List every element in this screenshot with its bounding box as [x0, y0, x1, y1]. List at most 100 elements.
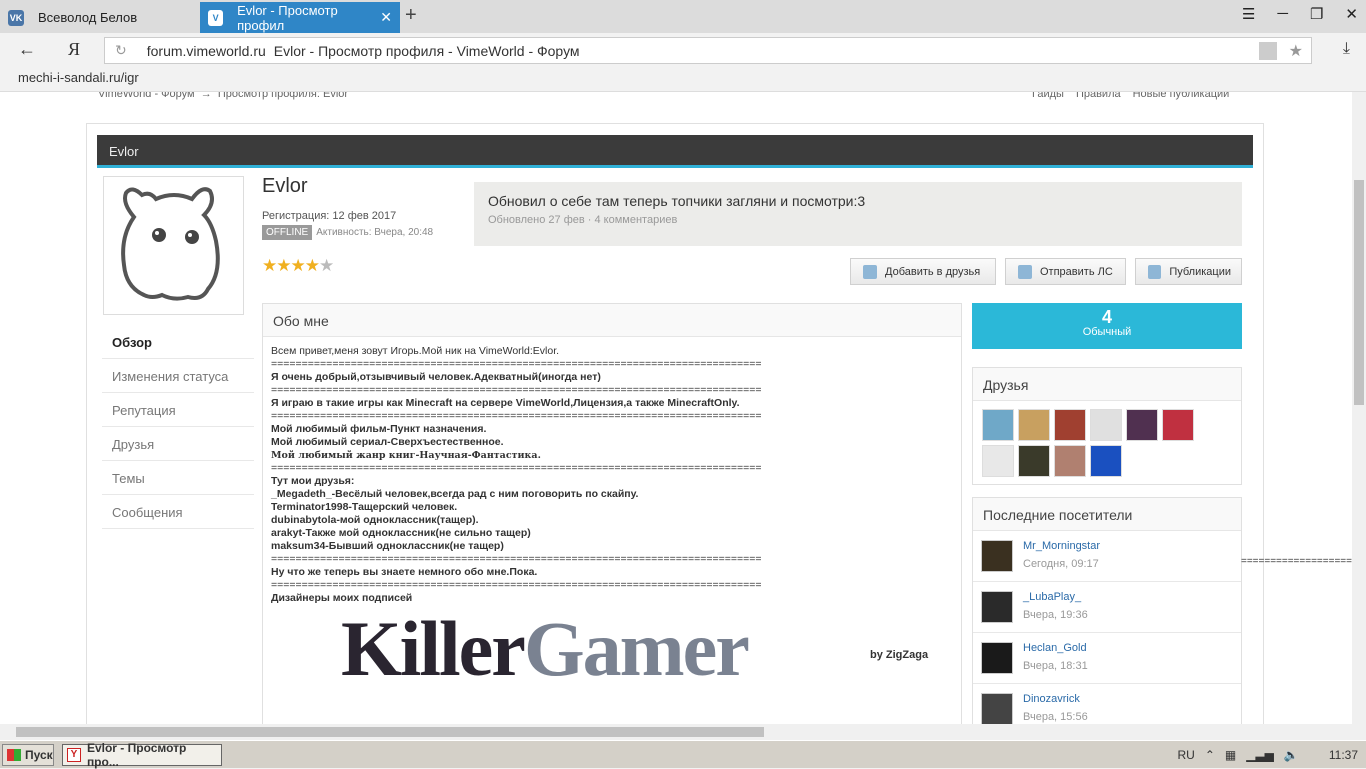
visitor-time: Вчера, 19:36 [1023, 609, 1088, 621]
logo-part-a: Killer [341, 605, 526, 692]
send-pm-label: Отправить ЛС [1040, 265, 1113, 278]
visitor-name[interactable]: Mr_Morningstar [1023, 540, 1100, 552]
designer-credit: by ZigZaga [870, 649, 929, 661]
visitor-avatar[interactable] [981, 540, 1013, 572]
nav-status-changes[interactable]: Изменения статуса [102, 359, 254, 393]
about-line: dubinabytola-мой одноклассник(тащер). [271, 514, 479, 526]
nav-overview[interactable]: Обзор [102, 325, 254, 359]
visitor-name[interactable]: _LubaPlay_ [1023, 591, 1081, 603]
send-pm-button[interactable]: Отправить ЛС [1005, 258, 1126, 285]
friend-avatar[interactable] [1090, 445, 1122, 477]
friend-avatar[interactable] [1162, 409, 1194, 441]
visitor-row: Mr_Morningstar Сегодня, 09:17 [973, 531, 1241, 582]
link-rules[interactable]: Правила [1076, 92, 1121, 100]
add-friend-button[interactable]: Добавить в друзья [850, 258, 996, 285]
last-activity: Активность: Вчера, 20:48 [316, 227, 434, 238]
visitor-avatar[interactable] [981, 642, 1013, 674]
close-tab-icon[interactable]: ✕ [380, 9, 392, 26]
volume-icon[interactable]: 🔈 [1284, 748, 1299, 762]
scroll-thumb[interactable] [1354, 180, 1364, 405]
add-friend-label: Добавить в друзья [885, 265, 981, 278]
extension-icon[interactable] [1259, 41, 1277, 60]
friend-avatar[interactable] [982, 409, 1014, 441]
menu-icon[interactable]: ☰ [1242, 5, 1255, 23]
about-body: Всем привет,меня зовут Игорь.Мой ник на … [263, 337, 961, 613]
tab-vimeworld[interactable]: V Evlor - Просмотр профил ✕ [200, 2, 400, 33]
visitor-time: Вчера, 18:31 [1023, 660, 1088, 672]
friend-avatar[interactable] [1054, 445, 1086, 477]
separator: ========================================… [271, 553, 762, 565]
link-guides[interactable]: Гайды [1032, 92, 1064, 100]
bunny-avatar-icon [121, 187, 220, 301]
clock[interactable]: 11:37 [1321, 748, 1358, 762]
status-update: Обновил о себе там теперь топчики заглян… [474, 182, 1242, 246]
about-line: Мой любимый жанр книг-Научная-Фантастика… [271, 450, 541, 461]
star-filled-icon: ★ [304, 256, 320, 275]
star-filled-icon: ★ [262, 256, 277, 275]
visitor-name[interactable]: Heclan_Gold [1023, 642, 1087, 654]
tab-label: Всеволод Белов [38, 10, 138, 25]
friend-avatar[interactable] [1126, 409, 1158, 441]
url-field[interactable]: ↻ forum.vimeworld.ru Evlor - Просмотр пр… [104, 37, 1312, 64]
visitor-avatar[interactable] [981, 693, 1013, 724]
breadcrumb-current: Просмотр профиля: Evlor [217, 92, 349, 100]
new-tab-icon[interactable]: + [405, 4, 417, 27]
friends-header: Друзья [973, 368, 1241, 401]
link-new-posts[interactable]: Новые публикации [1133, 92, 1230, 100]
language-indicator[interactable]: RU [1177, 748, 1194, 762]
back-arrow-icon[interactable]: ← [18, 39, 36, 60]
bookmark-item[interactable]: mechi-i-sandali.ru/igr [18, 70, 139, 85]
tray-expand-icon[interactable]: ⌃ [1205, 748, 1215, 762]
rating-stars: ★★★★★ [262, 256, 334, 276]
nav-messages[interactable]: Сообщения [102, 495, 254, 529]
bookmarks-bar: mechi-i-sandali.ru/igr [0, 68, 1366, 92]
friend-avatar[interactable] [1090, 409, 1122, 441]
visitor-row: Dinozavrick Вчера, 15:56 [973, 684, 1241, 724]
tab-label: Evlor - Просмотр профил [237, 2, 338, 33]
visitor-row: Heclan_Gold Вчера, 18:31 [973, 633, 1241, 684]
separator: ========================================… [271, 410, 762, 422]
friend-avatar[interactable] [982, 445, 1014, 477]
nav-friends[interactable]: Друзья [102, 427, 254, 461]
friend-avatar[interactable] [1018, 445, 1050, 477]
friend-avatar[interactable] [1054, 409, 1086, 441]
about-header: Обо мне [263, 304, 961, 337]
yandex-icon[interactable]: Я [68, 39, 80, 60]
profile-name: Evlor [262, 175, 308, 197]
taskbar-window-button[interactable]: Y Evlor - Просмотр про... [62, 741, 222, 769]
vertical-scrollbar[interactable] [1352, 92, 1366, 724]
start-button[interactable]: Пуск [2, 744, 54, 766]
horizontal-scrollbar[interactable] [0, 724, 1366, 740]
separator: ========================================… [271, 384, 762, 396]
visitor-avatar[interactable] [981, 591, 1013, 623]
minimize-icon[interactable]: ─ [1277, 5, 1288, 23]
restore-icon[interactable]: ❐ [1310, 5, 1323, 23]
bookmark-star-icon[interactable]: ★ [1289, 41, 1303, 61]
nav-reputation[interactable]: Репутация [102, 393, 254, 427]
friend-avatar[interactable] [1018, 409, 1050, 441]
scroll-thumb[interactable] [16, 727, 764, 737]
window-controls: ☰ ─ ❐ ✕ [1242, 5, 1358, 23]
visitor-name[interactable]: Dinozavrick [1023, 693, 1080, 705]
status-meta[interactable]: Обновлено 27 фев · 4 комментариев [488, 214, 1228, 226]
vk-icon: VK [8, 9, 24, 26]
reputation-value: 4 [1101, 307, 1112, 327]
about-panel: Обо мне Всем привет,меня зовут Игорь.Мой… [262, 303, 962, 724]
document-icon [1148, 264, 1162, 279]
breadcrumb-forum[interactable]: VimeWorld - Форум [98, 92, 195, 100]
reload-icon[interactable]: ↻ [115, 42, 127, 59]
network-icon[interactable]: ▦ [1225, 748, 1236, 762]
separator: ========================================… [271, 462, 762, 474]
windows-flag-icon [7, 749, 21, 761]
star-filled-icon: ★ [290, 256, 306, 275]
nav-topics[interactable]: Темы [102, 461, 254, 495]
tab-vk[interactable]: VK Всеволод Белов [0, 2, 200, 33]
separator: ========================================… [271, 358, 762, 370]
friends-panel: Друзья [972, 367, 1242, 485]
publications-button[interactable]: Публикации [1135, 258, 1242, 285]
browser-tab-bar: VK Всеволод Белов V Evlor - Просмотр про… [0, 0, 1366, 33]
signal-icon[interactable]: ▁▃▅ [1246, 748, 1274, 762]
logo-part-b: Gamer [523, 605, 750, 692]
close-window-icon[interactable]: ✕ [1345, 5, 1358, 23]
download-icon[interactable]: ⤓ [1343, 40, 1350, 58]
